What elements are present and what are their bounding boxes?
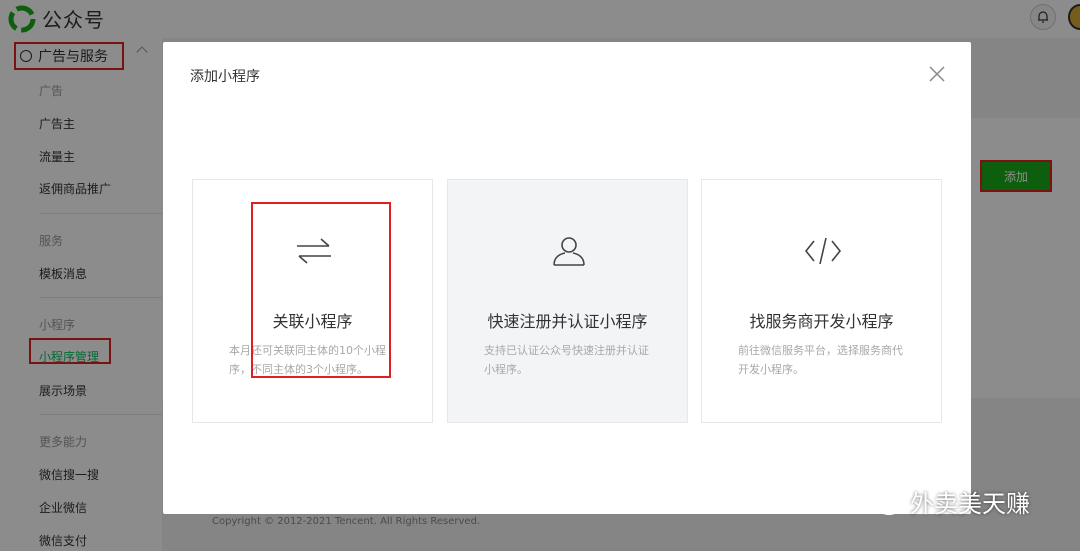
swap-arrows-icon	[297, 238, 331, 264]
card-title: 关联小程序	[272, 312, 353, 331]
close-icon[interactable]	[927, 64, 947, 84]
add-miniprogram-dialog: 添加小程序 关联小程序 本月还可关联同主体的10个小程序，不同主体的3个小程序。…	[163, 42, 971, 514]
card-description: 本月还可关联同主体的10个小程序，不同主体的3个小程序。	[229, 344, 386, 376]
card-description: 前往微信服务平台，选择服务商代开发小程序。	[738, 344, 903, 376]
user-icon	[553, 237, 585, 266]
watermark-text: 外卖美天赚	[910, 490, 1030, 518]
code-icon	[804, 237, 842, 265]
card-find-developer[interactable]: 找服务商开发小程序 前往微信服务平台，选择服务商代开发小程序。	[701, 179, 942, 423]
card-title: 找服务商开发小程序	[749, 312, 894, 331]
wechat-icon	[863, 487, 901, 515]
watermark: 外卖美天赚	[862, 484, 1030, 519]
card-link-miniprogram[interactable]: 关联小程序 本月还可关联同主体的10个小程序，不同主体的3个小程序。	[192, 179, 433, 423]
card-description: 支持已认证公众号快速注册并认证小程序。	[484, 344, 649, 376]
card-title: 快速注册并认证小程序	[487, 312, 648, 331]
dialog-title: 添加小程序	[190, 69, 260, 85]
card-quick-register[interactable]: 快速注册并认证小程序 支持已认证公众号快速注册并认证小程序。	[447, 179, 688, 423]
